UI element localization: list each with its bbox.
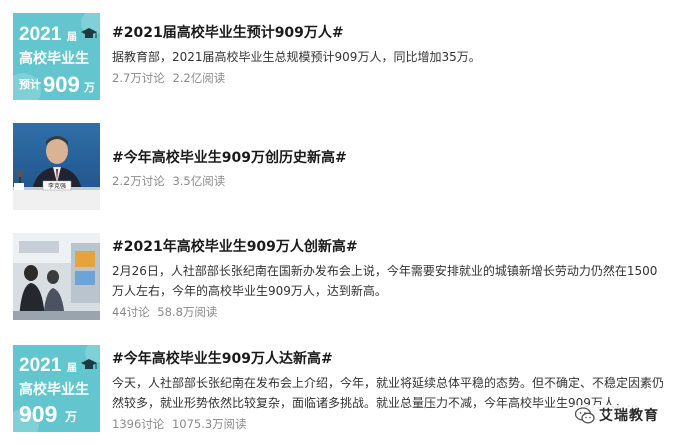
topic-title[interactable]: #今年高校毕业生909万创历史新高# <box>112 149 665 167</box>
thumb-year-suffix: 届 <box>67 31 77 43</box>
topic-description: 据教育部，2021届高校毕业生总规模预计909万人，同比增加35万。 <box>112 50 481 64</box>
topic-stats: 2.2万讨论 3.5亿阅读 <box>112 173 665 189</box>
thumb-number: 909 <box>43 72 80 97</box>
topic-item-2[interactable]: 李克强 #今年高校毕业生909万创历史新高# 2.2万讨论 3.5亿阅读 <box>0 123 675 213</box>
discussion-count: 1396讨论 <box>112 417 165 431</box>
topic-stats: 2.7万讨论 2.2亿阅读 <box>112 70 665 86</box>
discussion-count: 44讨论 <box>112 305 150 319</box>
thumb-year-suffix: 届 <box>67 362 77 374</box>
topic-stats: 44讨论 58.8万阅读 <box>112 304 665 320</box>
read-count: 1075.3万阅读 <box>171 417 247 431</box>
watermark: 艾瑞教育 <box>573 405 661 425</box>
thumb-unit: 万 <box>83 81 95 94</box>
topic-thumbnail[interactable]: 2021 届 高校毕业生 预计 909 万 <box>13 13 100 100</box>
topic-list: 2021 届 高校毕业生 预计 909 万 #2021届高校毕业生预计909万人… <box>0 0 675 445</box>
discussion-count: 2.7万讨论 <box>112 71 165 85</box>
topic-title[interactable]: #2021届高校毕业生预计909万人# <box>112 24 665 42</box>
topic-title[interactable]: #2021年高校毕业生909万人创新高# <box>112 238 665 256</box>
topic-thumbnail[interactable]: 李克强 <box>13 123 100 210</box>
thumb-prefix: 预计 <box>19 77 41 91</box>
wechat-icon <box>575 406 595 423</box>
thumb-subtitle: 高校毕业生 <box>19 50 89 66</box>
thumb-subtitle: 高校毕业生 <box>19 381 89 397</box>
thumb-year: 2021 <box>19 24 62 45</box>
topic-description: 2月26日，人社部部长张纪南在国新办发布会上说，今年需要安排就业的城镇新增长劳动… <box>112 264 658 298</box>
read-count: 3.5亿阅读 <box>172 174 226 188</box>
read-count: 2.2亿阅读 <box>172 71 226 85</box>
topic-item-1[interactable]: 2021 届 高校毕业生 预计 909 万 #2021届高校毕业生预计909万人… <box>0 13 675 103</box>
discussion-count: 2.2万讨论 <box>112 174 165 188</box>
thumb-unit: 万 <box>64 410 77 424</box>
thumb-number: 909 <box>19 401 57 427</box>
topic-item-3[interactable]: #2021年高校毕业生909万人创新高# 2月26日，人社部部长张纪南在国新办发… <box>0 233 675 325</box>
thumb-year: 2021 <box>19 355 62 376</box>
topic-thumbnail[interactable] <box>13 233 100 320</box>
topic-item-4[interactable]: 2021 届 高校毕业生 909 万 #今年高校毕业生909万人达新高# 今天，… <box>0 345 675 441</box>
topic-title[interactable]: #今年高校毕业生909万人达新高# <box>112 350 665 368</box>
watermark-text: 艾瑞教育 <box>599 408 659 424</box>
read-count: 58.8万阅读 <box>157 305 218 319</box>
topic-thumbnail[interactable]: 2021 届 高校毕业生 909 万 <box>13 345 100 432</box>
nameplate-text: 李克强 <box>48 182 66 190</box>
